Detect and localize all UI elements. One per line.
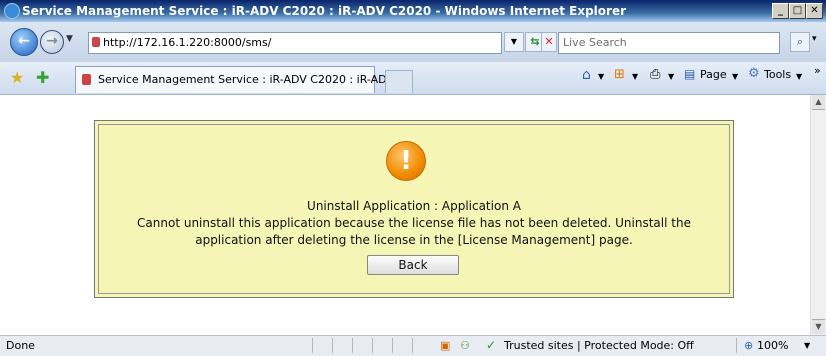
forward-arrow-icon[interactable]: → <box>40 30 64 54</box>
status-bar: Done ▣ ⚇ ✓ Trusted sites | Protected Mod… <box>0 335 826 356</box>
navigation-bar: ← → ▼ http://172.16.1.220:8000/sms/ ▼ ⇆ … <box>0 22 826 62</box>
dialog-heading: Uninstall Application : Application A <box>307 199 521 213</box>
status-divider <box>332 338 333 353</box>
status-divider <box>372 338 373 353</box>
addon-icon[interactable]: ⚇ <box>460 339 470 352</box>
search-icon[interactable]: ⌕ <box>790 32 810 52</box>
status-divider <box>352 338 353 353</box>
page-icon[interactable]: ▤ <box>684 67 695 81</box>
scroll-up-icon[interactable]: ▲ <box>812 95 825 110</box>
recent-pages-dropdown-icon[interactable]: ▼ <box>66 34 73 44</box>
minimize-button[interactable]: _ <box>772 3 789 19</box>
feeds-dropdown-icon[interactable]: ▼ <box>632 72 638 81</box>
status-divider <box>392 338 393 353</box>
new-tab-button[interactable] <box>385 70 413 93</box>
tab-label: Service Management Service : iR-ADV C202… <box>98 73 404 86</box>
site-favicon-icon <box>92 37 100 47</box>
ie-logo-icon <box>4 3 20 19</box>
status-text: Done <box>6 339 35 352</box>
print-dropdown-icon[interactable]: ▼ <box>668 72 674 81</box>
search-placeholder: Live Search <box>563 36 627 49</box>
add-favorite-icon[interactable]: ✚ <box>36 68 49 87</box>
print-icon[interactable]: ⎙ <box>650 67 660 82</box>
zoom-dropdown-icon[interactable]: ▼ <box>804 341 810 350</box>
page-menu[interactable]: Page <box>700 68 727 81</box>
stop-icon[interactable]: ✕ <box>541 32 557 52</box>
maximize-button[interactable]: □ <box>789 3 806 19</box>
window-title-bar[interactable]: Service Management Service : iR-ADV C202… <box>0 0 826 22</box>
dialog-message-line-1: Cannot uninstall this application becaus… <box>137 216 691 230</box>
tools-dropdown-icon[interactable]: ▼ <box>796 72 802 81</box>
warning-icon: ! <box>386 141 426 181</box>
popup-blocker-icon[interactable]: ▣ <box>440 339 450 352</box>
more-tools-icon[interactable]: » <box>814 64 821 77</box>
vertical-scrollbar[interactable]: ▲ ▼ <box>810 95 826 335</box>
status-divider <box>312 338 313 353</box>
zoom-level[interactable]: 100% <box>757 339 788 352</box>
feeds-icon[interactable]: ⊞ <box>614 67 625 82</box>
address-url: http://172.16.1.220:8000/sms/ <box>103 36 272 49</box>
security-zone[interactable]: Trusted sites | Protected Mode: Off <box>504 339 694 352</box>
window-title: Service Management Service : iR-ADV C202… <box>22 4 626 18</box>
page-dropdown-icon[interactable]: ▼ <box>732 72 738 81</box>
dialog-message-line-2: application after deleting the license i… <box>195 233 633 247</box>
status-divider <box>736 338 737 353</box>
close-window-button[interactable]: ✕ <box>806 3 823 19</box>
zoom-icon[interactable]: ⊕ <box>744 339 753 352</box>
home-dropdown-icon[interactable]: ▼ <box>598 72 604 81</box>
address-input[interactable]: http://172.16.1.220:8000/sms/ <box>88 32 502 54</box>
scroll-down-icon[interactable]: ▼ <box>812 319 825 334</box>
search-input[interactable]: Live Search <box>558 32 780 54</box>
back-arrow-icon[interactable]: ← <box>10 28 38 56</box>
trusted-sites-check-icon[interactable]: ✓ <box>486 339 498 351</box>
back-button[interactable]: Back <box>367 255 459 275</box>
address-dropdown-icon[interactable]: ▼ <box>504 32 524 52</box>
tools-gear-icon[interactable]: ⚙ <box>748 66 760 81</box>
home-icon[interactable]: ⌂ <box>582 67 591 83</box>
search-options-icon[interactable]: ▾ <box>812 34 817 44</box>
tab-favicon-icon <box>82 74 91 85</box>
tab-active[interactable]: Service Management Service : iR-ADV C202… <box>75 66 403 93</box>
status-divider <box>412 338 413 353</box>
tools-menu[interactable]: Tools <box>764 68 791 81</box>
favorites-star-icon[interactable]: ★ <box>10 68 24 87</box>
